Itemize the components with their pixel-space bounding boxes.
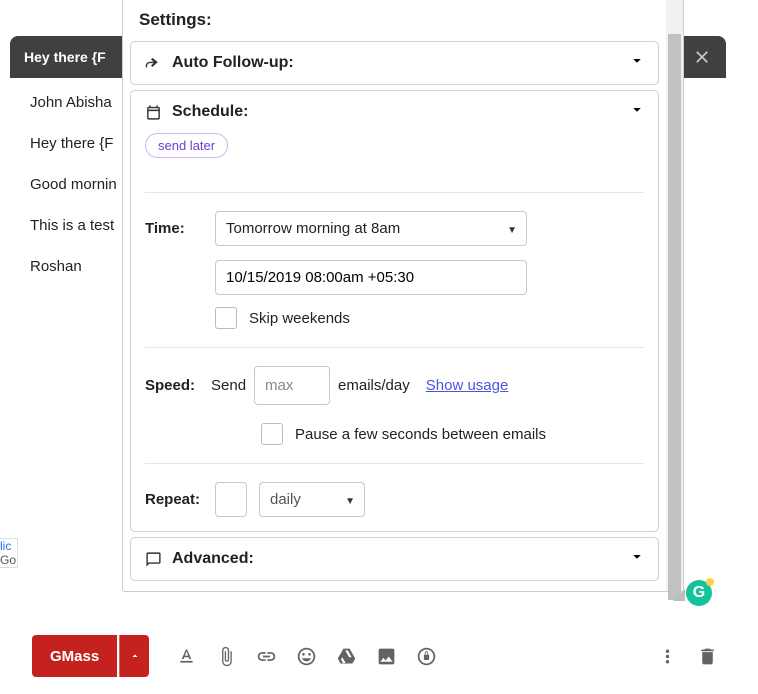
left-clipped-window: lic Go bbox=[0, 538, 18, 568]
chevron-down-icon bbox=[628, 101, 646, 124]
emails-day-text: emails/day bbox=[338, 377, 410, 394]
speed-label: Speed: bbox=[145, 377, 203, 394]
confidential-mode-icon[interactable] bbox=[407, 637, 445, 675]
calendar-icon bbox=[145, 104, 162, 121]
scrollbar-thumb[interactable] bbox=[668, 34, 681, 600]
chevron-down-icon bbox=[628, 548, 646, 571]
datetime-input[interactable] bbox=[215, 260, 527, 295]
scrollbar-track[interactable] bbox=[666, 0, 683, 591]
image-icon[interactable] bbox=[367, 637, 405, 675]
auto-followup-section: Auto Follow-up: bbox=[130, 41, 659, 85]
compose-toolbar: GMass bbox=[32, 632, 726, 680]
emails-per-day-input[interactable] bbox=[254, 366, 330, 405]
advanced-label: Advanced: bbox=[172, 550, 254, 568]
grammarly-icon[interactable]: G bbox=[686, 580, 712, 606]
emoji-icon[interactable] bbox=[287, 637, 325, 675]
advanced-section: Advanced: bbox=[130, 537, 659, 581]
settings-panel: Settings: Auto Follow-up: Schedule: bbox=[122, 0, 684, 592]
auto-followup-header[interactable]: Auto Follow-up: bbox=[131, 42, 658, 84]
schedule-header[interactable]: Schedule: bbox=[131, 91, 658, 133]
schedule-section: Schedule: send later Time: Tomorrow morn… bbox=[130, 90, 659, 532]
link-icon[interactable] bbox=[247, 637, 285, 675]
time-select[interactable]: Tomorrow morning at 8am bbox=[215, 211, 527, 246]
auto-followup-label: Auto Follow-up: bbox=[172, 54, 294, 72]
resize-handle[interactable] bbox=[673, 589, 685, 601]
pause-checkbox[interactable] bbox=[261, 423, 283, 445]
speed-row: Speed: Send emails/day Show usage bbox=[145, 366, 644, 405]
time-row: Time: Tomorrow morning at 8am bbox=[145, 211, 644, 246]
attach-icon[interactable] bbox=[207, 637, 245, 675]
chevron-down-icon bbox=[628, 52, 646, 75]
repeat-unit-select[interactable]: daily bbox=[259, 482, 365, 517]
time-select-value: Tomorrow morning at 8am bbox=[215, 211, 527, 246]
settings-title: Settings: bbox=[123, 0, 666, 36]
send-later-pill[interactable]: send later bbox=[145, 133, 228, 158]
reply-icon bbox=[145, 55, 162, 72]
pause-label: Pause a few seconds between emails bbox=[295, 426, 546, 443]
schedule-label: Schedule: bbox=[172, 103, 248, 121]
format-text-icon[interactable] bbox=[167, 637, 205, 675]
gmass-button[interactable]: GMass bbox=[32, 635, 117, 677]
more-options-icon[interactable] bbox=[648, 637, 686, 675]
repeat-count-input[interactable] bbox=[215, 482, 247, 517]
repeat-row: Repeat: daily bbox=[145, 482, 644, 517]
close-icon[interactable] bbox=[692, 47, 712, 67]
skip-weekends-label: Skip weekends bbox=[249, 310, 350, 327]
repeat-label: Repeat: bbox=[145, 491, 203, 508]
time-label: Time: bbox=[145, 220, 203, 237]
trash-icon[interactable] bbox=[688, 637, 726, 675]
chat-icon bbox=[145, 551, 162, 568]
advanced-header[interactable]: Advanced: bbox=[131, 538, 658, 580]
gmass-dropdown-button[interactable] bbox=[119, 635, 149, 677]
skip-weekends-checkbox[interactable] bbox=[215, 307, 237, 329]
show-usage-link[interactable]: Show usage bbox=[426, 377, 509, 394]
send-text: Send bbox=[211, 377, 246, 394]
drive-icon[interactable] bbox=[327, 637, 365, 675]
